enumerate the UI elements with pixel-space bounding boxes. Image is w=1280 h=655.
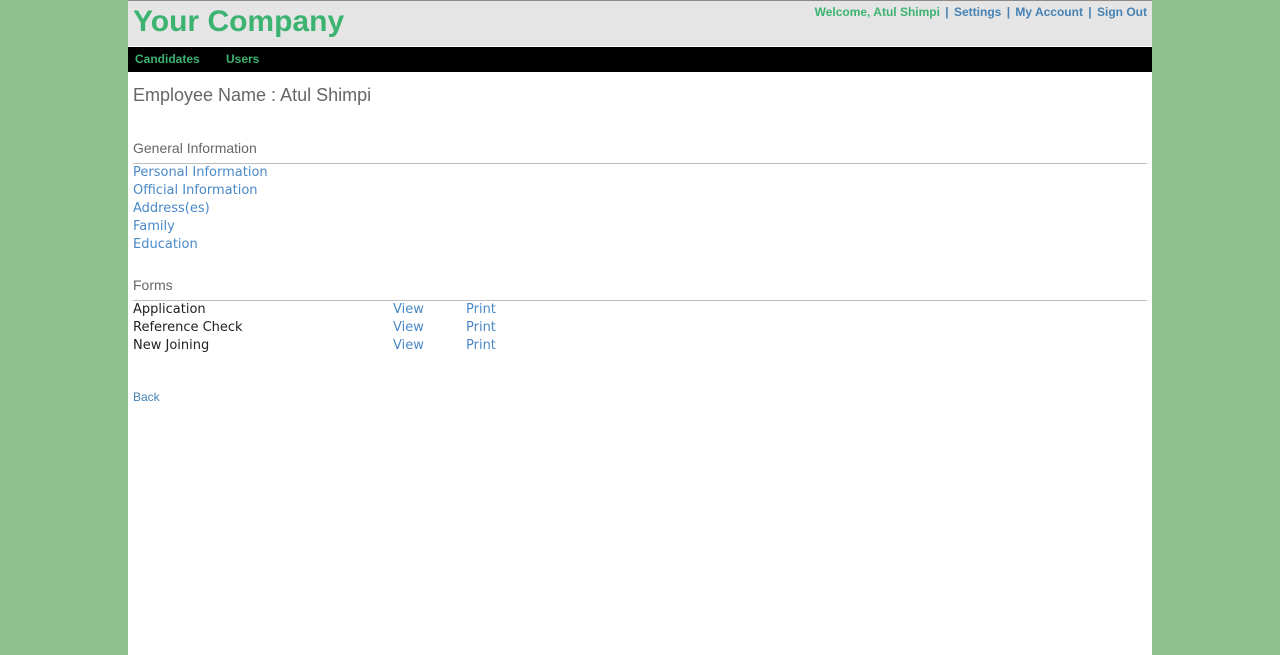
form-name: Application (133, 302, 206, 317)
forms-table: Application View Print Reference Check V… (133, 301, 533, 355)
personal-information-link[interactable]: Personal Information (133, 164, 268, 182)
nav-users[interactable]: Users (226, 52, 259, 66)
nav-candidates[interactable]: Candidates (135, 52, 200, 66)
print-link[interactable]: Print (466, 301, 496, 319)
education-link[interactable]: Education (133, 236, 268, 254)
header: Your Company Welcome, Atul Shimpi | Sett… (128, 0, 1152, 46)
print-link[interactable]: Print (466, 337, 496, 355)
table-row: Reference Check View Print (133, 319, 533, 337)
view-link[interactable]: View (393, 301, 424, 319)
my-account-link[interactable]: My Account (1015, 5, 1083, 19)
table-row: New Joining View Print (133, 337, 533, 355)
general-information-heading: General Information (133, 140, 1147, 164)
sign-out-link[interactable]: Sign Out (1097, 5, 1147, 19)
form-name: Reference Check (133, 320, 243, 335)
table-row: Application View Print (133, 301, 533, 319)
general-information-links: Personal Information Official Informatio… (133, 164, 268, 254)
company-logo: Your Company (133, 5, 345, 38)
separator: | (1006, 5, 1011, 19)
print-link[interactable]: Print (466, 319, 496, 337)
addresses-link[interactable]: Address(es) (133, 200, 268, 218)
separator: | (1088, 5, 1092, 19)
official-information-link[interactable]: Official Information (133, 182, 268, 200)
back-link[interactable]: Back (133, 390, 160, 404)
welcome-text: Welcome, Atul Shimpi (814, 5, 940, 19)
form-name: New Joining (133, 338, 210, 353)
settings-link[interactable]: Settings (954, 5, 1001, 19)
page-title: Employee Name : Atul Shimpi (133, 85, 372, 105)
view-link[interactable]: View (393, 319, 424, 337)
separator: | (945, 5, 949, 19)
page-container: Your Company Welcome, Atul Shimpi | Sett… (128, 0, 1152, 655)
forms-heading: Forms (133, 277, 1147, 301)
family-link[interactable]: Family (133, 218, 268, 236)
user-links: Welcome, Atul Shimpi | Settings | My Acc… (815, 5, 1147, 19)
navbar: Candidates Users (128, 47, 1152, 72)
view-link[interactable]: View (393, 337, 424, 355)
